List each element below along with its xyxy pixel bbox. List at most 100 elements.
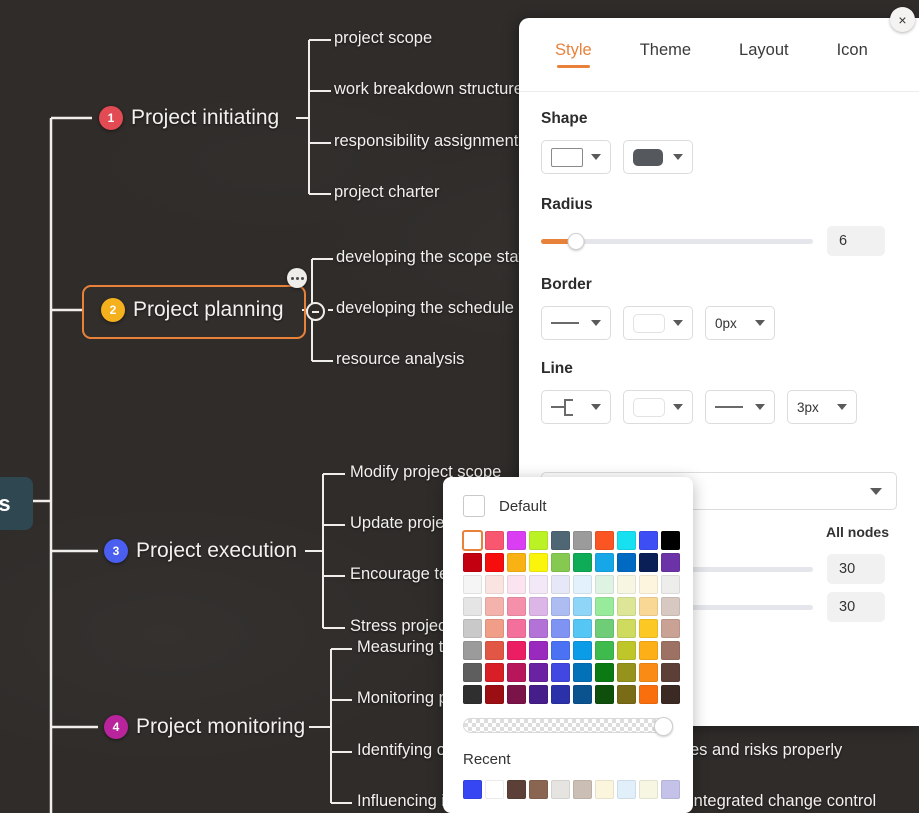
color-swatch[interactable] [595, 663, 614, 682]
color-swatch[interactable] [463, 575, 482, 594]
color-swatch[interactable] [507, 663, 526, 682]
color-swatch[interactable] [529, 641, 548, 660]
color-swatch[interactable] [463, 553, 482, 572]
color-swatch[interactable] [507, 597, 526, 616]
color-swatch[interactable] [661, 685, 680, 704]
branch-label-1[interactable]: Project initiating [131, 106, 279, 130]
color-swatch[interactable] [661, 663, 680, 682]
recent-color-swatch[interactable] [617, 780, 636, 799]
collapse-toggle-icon[interactable] [306, 302, 325, 321]
color-swatch[interactable] [639, 597, 658, 616]
line-shape-dropdown[interactable] [541, 390, 611, 424]
branch-label-4[interactable]: Project monitoring [136, 715, 305, 739]
color-swatch[interactable] [529, 619, 548, 638]
color-swatch[interactable] [463, 619, 482, 638]
border-style-dropdown[interactable] [541, 306, 611, 340]
leaf-1-4[interactable]: project charter [334, 183, 439, 202]
color-swatch[interactable] [573, 553, 592, 572]
color-swatch[interactable] [661, 531, 680, 550]
alpha-slider[interactable] [463, 717, 673, 736]
color-swatch[interactable] [639, 619, 658, 638]
color-swatch[interactable] [617, 531, 636, 550]
color-swatch[interactable] [485, 685, 504, 704]
leaf-2-3[interactable]: resource analysis [336, 350, 464, 369]
leaf-1-3[interactable]: responsibility assignment [334, 132, 518, 151]
color-swatch[interactable] [617, 597, 636, 616]
color-swatch[interactable] [507, 619, 526, 638]
recent-color-swatch[interactable] [639, 780, 658, 799]
panel-tabs[interactable]: Style Theme Layout Icon [519, 18, 919, 92]
color-swatch[interactable] [595, 553, 614, 572]
color-swatch-grid[interactable] [462, 530, 680, 704]
recent-color-swatch[interactable] [595, 780, 614, 799]
color-swatch[interactable] [551, 619, 570, 638]
recent-colors-grid[interactable] [463, 780, 680, 799]
default-color-option[interactable]: Default [463, 495, 673, 517]
color-swatch[interactable] [639, 685, 658, 704]
color-swatch[interactable] [661, 575, 680, 594]
border-width-dropdown[interactable]: 0px [705, 306, 775, 340]
recent-color-swatch[interactable] [507, 780, 526, 799]
line-style-dropdown[interactable] [705, 390, 775, 424]
color-swatch[interactable] [485, 619, 504, 638]
branch-label-2[interactable]: Project planning [133, 298, 284, 322]
recent-color-swatch[interactable] [485, 780, 504, 799]
color-swatch[interactable] [595, 685, 614, 704]
mindmap-root-node[interactable]: s [0, 477, 33, 530]
color-swatch[interactable] [529, 685, 548, 704]
tab-theme[interactable]: Theme [640, 41, 691, 68]
spacing-value-1[interactable]: 30 [827, 554, 885, 584]
color-swatch[interactable] [529, 597, 548, 616]
radius-slider-knob[interactable] [567, 232, 585, 250]
line-color-dropdown[interactable] [623, 390, 693, 424]
node-menu-dots-icon[interactable] [287, 268, 307, 288]
color-swatch[interactable] [529, 575, 548, 594]
color-swatch[interactable] [617, 663, 636, 682]
color-swatch[interactable] [507, 553, 526, 572]
color-swatch[interactable] [463, 641, 482, 660]
radius-value[interactable]: 6 [827, 226, 885, 256]
color-swatch[interactable] [617, 619, 636, 638]
color-swatch[interactable] [661, 553, 680, 572]
color-swatch[interactable] [507, 685, 526, 704]
color-swatch[interactable] [573, 663, 592, 682]
color-swatch[interactable] [639, 575, 658, 594]
color-swatch[interactable] [551, 531, 570, 550]
color-swatch[interactable] [595, 597, 614, 616]
color-swatch[interactable] [507, 575, 526, 594]
border-color-dropdown[interactable] [623, 306, 693, 340]
spacing-value-2[interactable]: 30 [827, 592, 885, 622]
color-swatch[interactable] [573, 575, 592, 594]
color-swatch[interactable] [551, 553, 570, 572]
radius-slider[interactable] [541, 232, 813, 250]
color-swatch[interactable] [529, 553, 548, 572]
color-swatch[interactable] [485, 663, 504, 682]
leaf-2-2[interactable]: developing the schedule [336, 299, 514, 318]
color-swatch[interactable] [485, 553, 504, 572]
color-swatch[interactable] [485, 531, 504, 550]
color-swatch[interactable] [661, 597, 680, 616]
recent-color-swatch[interactable] [661, 780, 680, 799]
color-swatch[interactable] [462, 530, 483, 551]
color-swatch[interactable] [507, 531, 526, 550]
line-width-dropdown[interactable]: 3px [787, 390, 857, 424]
color-swatch[interactable] [485, 597, 504, 616]
tab-layout[interactable]: Layout [739, 41, 789, 68]
color-picker-popup[interactable]: Default Recent [443, 477, 693, 813]
color-swatch[interactable] [551, 663, 570, 682]
color-swatch[interactable] [573, 531, 592, 550]
color-swatch[interactable] [595, 641, 614, 660]
color-swatch[interactable] [573, 619, 592, 638]
color-swatch[interactable] [639, 641, 658, 660]
recent-color-swatch[interactable] [463, 780, 482, 799]
color-swatch[interactable] [463, 597, 482, 616]
color-swatch[interactable] [639, 531, 658, 550]
color-swatch[interactable] [617, 685, 636, 704]
shape-outline-dropdown[interactable] [541, 140, 611, 174]
close-panel-button[interactable]: × [890, 7, 915, 32]
color-swatch[interactable] [551, 641, 570, 660]
tab-icon[interactable]: Icon [837, 41, 868, 68]
recent-color-swatch[interactable] [573, 780, 592, 799]
recent-color-swatch[interactable] [529, 780, 548, 799]
tab-style[interactable]: Style [555, 41, 592, 68]
